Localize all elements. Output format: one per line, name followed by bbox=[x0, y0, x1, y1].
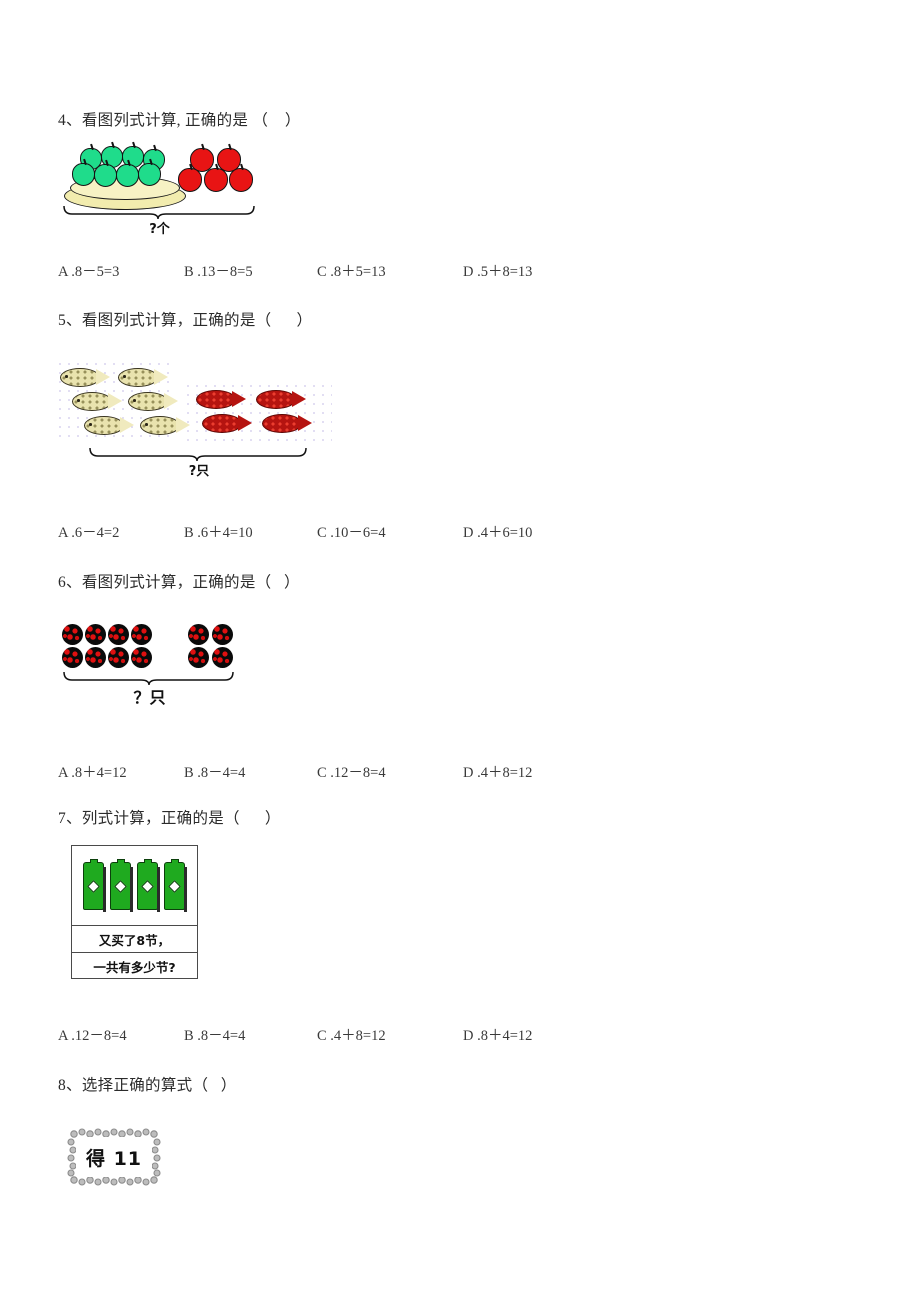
question-7: 7、列式计算，正确的是（ ） bbox=[0, 806, 920, 828]
question-4-option-d[interactable]: D .5＋8=13 bbox=[463, 260, 603, 281]
question-8: 8、选择正确的算式（ ） bbox=[0, 1073, 920, 1095]
green-apple bbox=[116, 159, 139, 187]
question-6-illustration: ？只 bbox=[0, 618, 920, 728]
question-8-box-text: 得 11 bbox=[85, 1147, 143, 1170]
battery-group bbox=[72, 846, 197, 925]
question-4-heading: 4、看图列式计算, 正确的是 （ ） bbox=[58, 112, 301, 129]
question-5-option-c[interactable]: C .10－6=4 bbox=[317, 521, 463, 542]
question-5-illustration: ?只 bbox=[0, 358, 920, 483]
question-6-option-b[interactable]: B .8－4=4 bbox=[184, 761, 317, 782]
question-5-heading: 5、看图列式计算，正确的是（ ） bbox=[58, 312, 313, 329]
question-5: 5、看图列式计算，正确的是（ ） bbox=[0, 308, 920, 330]
green-apple bbox=[138, 158, 161, 186]
question-7-option-c[interactable]: C .4＋8=12 bbox=[317, 1024, 463, 1045]
battery bbox=[110, 859, 133, 912]
question-6: 6、看图列式计算，正确的是（ ） bbox=[0, 570, 920, 592]
red-apple bbox=[229, 163, 253, 192]
question-6-brace-label: ？只 bbox=[133, 688, 166, 707]
battery bbox=[83, 859, 106, 912]
green-apple bbox=[94, 159, 117, 187]
red-apple bbox=[204, 163, 228, 192]
ball bbox=[108, 624, 129, 645]
ball bbox=[62, 647, 83, 668]
question-7-options: A .12－8=4 B .8－4=4 C .4＋8=12 D .8＋4=12 bbox=[0, 1024, 603, 1045]
battery bbox=[137, 859, 160, 912]
question-6-option-d[interactable]: D .4＋8=12 bbox=[463, 761, 603, 782]
question-7-option-b[interactable]: B .8－4=4 bbox=[184, 1024, 317, 1045]
ball bbox=[188, 647, 209, 668]
question-6-options: A .8＋4=12 B .8－4=4 C .12－8=4 D .4＋8=12 bbox=[0, 761, 603, 782]
question-4-option-a[interactable]: A .8－5=3 bbox=[58, 260, 184, 281]
question-7-card: 又买了8节， 一共有多少节? bbox=[71, 845, 198, 979]
ball bbox=[108, 647, 129, 668]
red-apple bbox=[178, 163, 202, 192]
ball bbox=[131, 647, 152, 668]
question-5-brace-label: ?只 bbox=[188, 464, 210, 479]
ball bbox=[131, 624, 152, 645]
green-apple bbox=[72, 158, 95, 186]
question-4-brace-label: ?个 bbox=[149, 222, 170, 237]
ball bbox=[85, 647, 106, 668]
question-7-option-a[interactable]: A .12－8=4 bbox=[58, 1024, 184, 1045]
ball bbox=[85, 624, 106, 645]
question-4-option-c[interactable]: C .8＋5=13 bbox=[317, 260, 463, 281]
worksheet-page: 4、看图列式计算, 正确的是 （ ） ?个 A .8－5=3 B .13－8=5… bbox=[0, 0, 920, 1302]
card-line-1: 又买了8节， bbox=[72, 925, 197, 952]
question-4: 4、看图列式计算, 正确的是 （ ） bbox=[0, 108, 920, 130]
ball bbox=[62, 624, 83, 645]
battery bbox=[164, 859, 187, 912]
question-4-options: A .8－5=3 B .13－8=5 C .8＋5=13 D .5＋8=13 bbox=[0, 260, 603, 281]
question-5-option-d[interactable]: D .4＋6=10 bbox=[463, 521, 603, 542]
ball bbox=[212, 624, 233, 645]
question-6-option-a[interactable]: A .8＋4=12 bbox=[58, 761, 184, 782]
question-5-options: A .6－4=2 B .6＋4=10 C .10－6=4 D .4＋6=10 bbox=[0, 521, 603, 542]
ball bbox=[212, 647, 233, 668]
question-5-option-b[interactable]: B .6＋4=10 bbox=[184, 521, 317, 542]
ball bbox=[188, 624, 209, 645]
question-6-heading: 6、看图列式计算，正确的是（ ） bbox=[58, 574, 300, 591]
question-7-heading: 7、列式计算，正确的是（ ） bbox=[58, 810, 281, 827]
question-7-option-d[interactable]: D .8＋4=12 bbox=[463, 1024, 603, 1045]
question-6-option-c[interactable]: C .12－8=4 bbox=[317, 761, 463, 782]
card-line-2: 一共有多少节? bbox=[72, 952, 197, 979]
question-8-scallop-box: 得 11 bbox=[66, 1128, 162, 1186]
question-8-heading: 8、选择正确的算式（ ） bbox=[58, 1077, 237, 1094]
question-4-illustration: ?个 bbox=[0, 138, 920, 237]
question-4-option-b[interactable]: B .13－8=5 bbox=[184, 260, 317, 281]
question-5-option-a[interactable]: A .6－4=2 bbox=[58, 521, 184, 542]
